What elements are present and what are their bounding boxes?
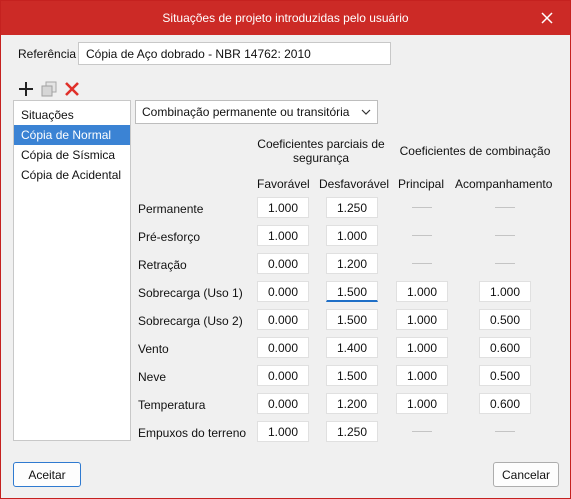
coefficient-input-fav[interactable]: 0.000 <box>257 309 309 330</box>
delete-icon <box>65 82 79 96</box>
coefficient-input-fav[interactable]: 1.000 <box>257 197 309 218</box>
coefficient-input-acomp[interactable]: 0.500 <box>479 309 531 330</box>
coefficient-input-fav[interactable]: 0.000 <box>257 365 309 386</box>
empty-dash <box>495 207 515 208</box>
coefficient-input-desf[interactable]: 1.000 <box>326 225 378 246</box>
delete-button[interactable] <box>63 80 81 98</box>
reference-input[interactable]: Cópia de Aço dobrado - NBR 14762: 2010 <box>78 42 391 65</box>
list-item[interactable]: Cópia de Acidental <box>14 165 130 185</box>
col-principal: Principal <box>398 177 445 191</box>
row-label: Neve <box>138 370 167 384</box>
coefficient-input-principal[interactable]: 1.000 <box>396 337 448 358</box>
accept-button[interactable]: Aceitar <box>13 462 81 487</box>
empty-dash <box>412 207 432 208</box>
group-combination-header: Coeficientes de combinação <box>399 144 551 158</box>
coefficient-input-desf[interactable]: 1.200 <box>326 253 378 274</box>
row-label: Pré-esforço <box>138 230 201 244</box>
coefficient-input-desf[interactable]: 1.500 <box>326 309 378 330</box>
copy-icon <box>41 81 57 97</box>
empty-dash <box>412 431 432 432</box>
row-label: Sobrecarga (Uso 1) <box>138 286 243 300</box>
coefficient-input-principal[interactable]: 1.000 <box>396 365 448 386</box>
situations-list: Situações Cópia de Normal Cópia de Sísmi… <box>13 100 131 441</box>
add-icon <box>19 82 33 96</box>
copy-button[interactable] <box>40 80 58 98</box>
row-label: Retração <box>138 258 187 272</box>
dialog-window: Situações de projeto introduzidas pelo u… <box>0 0 571 499</box>
col-favoravel: Favorável <box>257 177 310 191</box>
coefficient-input-desf[interactable]: 1.250 <box>326 197 378 218</box>
title-bar: Situações de projeto introduzidas pelo u… <box>1 1 570 35</box>
coefficient-input-fav[interactable]: 1.000 <box>257 421 309 442</box>
empty-dash <box>495 235 515 236</box>
coefficient-input-desf[interactable]: 1.400 <box>326 337 378 358</box>
col-acompanhamento: Acompanhamento <box>455 177 553 191</box>
group-partial-header: Coeficientes parciais de segurança <box>257 137 385 165</box>
coefficient-input-desf[interactable]: 1.500 <box>326 281 378 302</box>
list-item[interactable]: Cópia de Sísmica <box>14 145 130 165</box>
empty-dash <box>495 263 515 264</box>
coefficient-input-acomp[interactable]: 0.500 <box>479 365 531 386</box>
close-button[interactable] <box>524 1 570 35</box>
coefficient-input-principal[interactable]: 1.000 <box>396 393 448 414</box>
situations-header: Situações <box>21 108 74 122</box>
coefficient-input-fav[interactable]: 0.000 <box>257 253 309 274</box>
row-label: Vento <box>138 342 169 356</box>
empty-dash <box>495 431 515 432</box>
reference-label: Referência <box>18 47 77 61</box>
col-desfavoravel: Desfavorável <box>319 177 390 191</box>
cancel-button[interactable]: Cancelar <box>493 462 559 487</box>
coefficient-input-desf[interactable]: 1.500 <box>326 365 378 386</box>
row-label: Temperatura <box>138 398 206 412</box>
empty-dash <box>412 235 432 236</box>
list-item[interactable]: Cópia de Normal <box>14 125 130 145</box>
row-label: Empuxos do terreno <box>138 426 247 440</box>
coefficient-input-acomp[interactable]: 1.000 <box>479 281 531 302</box>
window-title: Situações de projeto introduzidas pelo u… <box>162 11 409 25</box>
empty-dash <box>412 263 432 264</box>
coefficient-input-fav[interactable]: 0.000 <box>257 337 309 358</box>
coefficient-input-acomp[interactable]: 0.600 <box>479 393 531 414</box>
coefficient-input-desf[interactable]: 1.200 <box>326 393 378 414</box>
coefficient-input-acomp[interactable]: 0.600 <box>479 337 531 358</box>
close-icon <box>541 12 553 24</box>
row-label: Sobrecarga (Uso 2) <box>138 314 243 328</box>
coefficient-input-principal[interactable]: 1.000 <box>396 281 448 302</box>
coefficient-input-fav[interactable]: 1.000 <box>257 225 309 246</box>
chevron-down-icon <box>361 109 371 115</box>
coefficient-input-desf[interactable]: 1.250 <box>326 421 378 442</box>
coefficient-input-fav[interactable]: 0.000 <box>257 393 309 414</box>
coefficient-input-fav[interactable]: 0.000 <box>257 281 309 302</box>
combination-type-value: Combinação permanente ou transitória <box>142 105 350 119</box>
add-button[interactable] <box>17 80 35 98</box>
row-label: Permanente <box>138 202 204 216</box>
coefficient-input-principal[interactable]: 1.000 <box>396 309 448 330</box>
combination-type-select[interactable]: Combinação permanente ou transitória <box>135 100 378 124</box>
